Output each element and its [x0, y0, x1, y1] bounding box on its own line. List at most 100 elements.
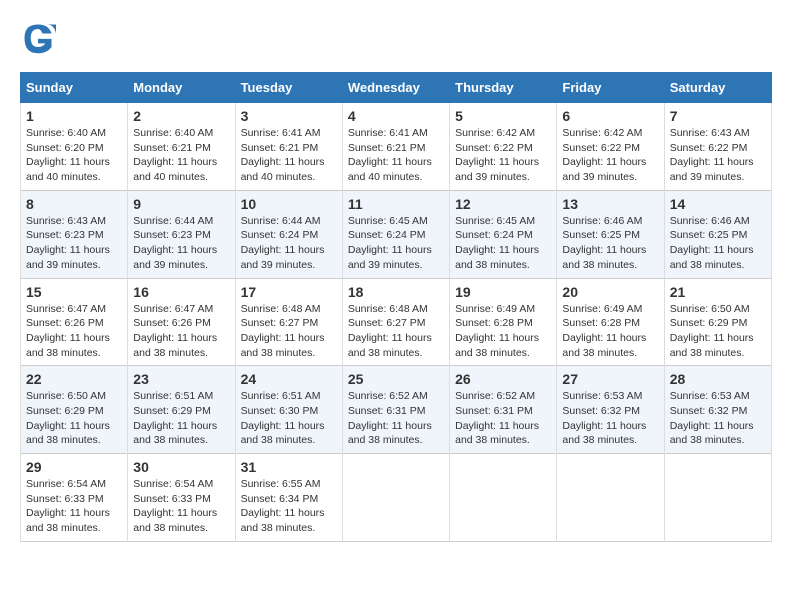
header-day-friday: Friday: [557, 73, 664, 103]
day-info: Sunrise: 6:44 AMSunset: 6:23 PMDaylight:…: [133, 215, 217, 271]
table-row: 9 Sunrise: 6:44 AMSunset: 6:23 PMDayligh…: [128, 190, 235, 278]
day-number: 26: [455, 371, 551, 387]
day-info: Sunrise: 6:54 AMSunset: 6:33 PMDaylight:…: [26, 478, 110, 534]
day-info: Sunrise: 6:50 AMSunset: 6:29 PMDaylight:…: [670, 303, 754, 359]
table-row: 30 Sunrise: 6:54 AMSunset: 6:33 PMDaylig…: [128, 454, 235, 542]
day-number: 29: [26, 459, 122, 475]
day-info: Sunrise: 6:40 AMSunset: 6:21 PMDaylight:…: [133, 127, 217, 183]
table-row: 20 Sunrise: 6:49 AMSunset: 6:28 PMDaylig…: [557, 278, 664, 366]
day-info: Sunrise: 6:49 AMSunset: 6:28 PMDaylight:…: [562, 303, 646, 359]
day-number: 24: [241, 371, 337, 387]
day-info: Sunrise: 6:50 AMSunset: 6:29 PMDaylight:…: [26, 390, 110, 446]
table-row: 2 Sunrise: 6:40 AMSunset: 6:21 PMDayligh…: [128, 103, 235, 191]
table-row: 25 Sunrise: 6:52 AMSunset: 6:31 PMDaylig…: [342, 366, 449, 454]
day-info: Sunrise: 6:51 AMSunset: 6:30 PMDaylight:…: [241, 390, 325, 446]
day-number: 23: [133, 371, 229, 387]
day-number: 9: [133, 196, 229, 212]
day-info: Sunrise: 6:41 AMSunset: 6:21 PMDaylight:…: [241, 127, 325, 183]
header-day-saturday: Saturday: [664, 73, 771, 103]
header-day-sunday: Sunday: [21, 73, 128, 103]
day-info: Sunrise: 6:51 AMSunset: 6:29 PMDaylight:…: [133, 390, 217, 446]
day-number: 10: [241, 196, 337, 212]
week-row-5: 29 Sunrise: 6:54 AMSunset: 6:33 PMDaylig…: [21, 454, 772, 542]
day-info: Sunrise: 6:55 AMSunset: 6:34 PMDaylight:…: [241, 478, 325, 534]
day-info: Sunrise: 6:41 AMSunset: 6:21 PMDaylight:…: [348, 127, 432, 183]
day-info: Sunrise: 6:40 AMSunset: 6:20 PMDaylight:…: [26, 127, 110, 183]
table-row: 8 Sunrise: 6:43 AMSunset: 6:23 PMDayligh…: [21, 190, 128, 278]
table-row: 23 Sunrise: 6:51 AMSunset: 6:29 PMDaylig…: [128, 366, 235, 454]
day-info: Sunrise: 6:42 AMSunset: 6:22 PMDaylight:…: [562, 127, 646, 183]
week-row-2: 8 Sunrise: 6:43 AMSunset: 6:23 PMDayligh…: [21, 190, 772, 278]
day-info: Sunrise: 6:46 AMSunset: 6:25 PMDaylight:…: [670, 215, 754, 271]
table-row: 13 Sunrise: 6:46 AMSunset: 6:25 PMDaylig…: [557, 190, 664, 278]
table-row: [557, 454, 664, 542]
day-number: 8: [26, 196, 122, 212]
table-row: 27 Sunrise: 6:53 AMSunset: 6:32 PMDaylig…: [557, 366, 664, 454]
week-row-1: 1 Sunrise: 6:40 AMSunset: 6:20 PMDayligh…: [21, 103, 772, 191]
calendar-table: SundayMondayTuesdayWednesdayThursdayFrid…: [20, 72, 772, 542]
table-row: 22 Sunrise: 6:50 AMSunset: 6:29 PMDaylig…: [21, 366, 128, 454]
logo: [20, 20, 60, 56]
day-info: Sunrise: 6:43 AMSunset: 6:23 PMDaylight:…: [26, 215, 110, 271]
header-day-wednesday: Wednesday: [342, 73, 449, 103]
day-number: 13: [562, 196, 658, 212]
day-number: 28: [670, 371, 766, 387]
day-number: 17: [241, 284, 337, 300]
table-row: 10 Sunrise: 6:44 AMSunset: 6:24 PMDaylig…: [235, 190, 342, 278]
day-number: 1: [26, 108, 122, 124]
table-row: 1 Sunrise: 6:40 AMSunset: 6:20 PMDayligh…: [21, 103, 128, 191]
header-day-monday: Monday: [128, 73, 235, 103]
table-row: 7 Sunrise: 6:43 AMSunset: 6:22 PMDayligh…: [664, 103, 771, 191]
day-number: 30: [133, 459, 229, 475]
table-row: 17 Sunrise: 6:48 AMSunset: 6:27 PMDaylig…: [235, 278, 342, 366]
table-row: [342, 454, 449, 542]
day-info: Sunrise: 6:46 AMSunset: 6:25 PMDaylight:…: [562, 215, 646, 271]
day-info: Sunrise: 6:45 AMSunset: 6:24 PMDaylight:…: [348, 215, 432, 271]
day-info: Sunrise: 6:53 AMSunset: 6:32 PMDaylight:…: [670, 390, 754, 446]
day-number: 31: [241, 459, 337, 475]
page-header: [20, 20, 772, 56]
week-row-3: 15 Sunrise: 6:47 AMSunset: 6:26 PMDaylig…: [21, 278, 772, 366]
day-number: 21: [670, 284, 766, 300]
header-day-tuesday: Tuesday: [235, 73, 342, 103]
table-row: 24 Sunrise: 6:51 AMSunset: 6:30 PMDaylig…: [235, 366, 342, 454]
day-number: 16: [133, 284, 229, 300]
day-info: Sunrise: 6:54 AMSunset: 6:33 PMDaylight:…: [133, 478, 217, 534]
day-number: 22: [26, 371, 122, 387]
day-number: 25: [348, 371, 444, 387]
day-info: Sunrise: 6:45 AMSunset: 6:24 PMDaylight:…: [455, 215, 539, 271]
day-info: Sunrise: 6:53 AMSunset: 6:32 PMDaylight:…: [562, 390, 646, 446]
table-row: 15 Sunrise: 6:47 AMSunset: 6:26 PMDaylig…: [21, 278, 128, 366]
table-row: 11 Sunrise: 6:45 AMSunset: 6:24 PMDaylig…: [342, 190, 449, 278]
day-number: 2: [133, 108, 229, 124]
day-number: 20: [562, 284, 658, 300]
day-info: Sunrise: 6:52 AMSunset: 6:31 PMDaylight:…: [348, 390, 432, 446]
table-row: 5 Sunrise: 6:42 AMSunset: 6:22 PMDayligh…: [450, 103, 557, 191]
table-row: 16 Sunrise: 6:47 AMSunset: 6:26 PMDaylig…: [128, 278, 235, 366]
day-number: 11: [348, 196, 444, 212]
table-row: 14 Sunrise: 6:46 AMSunset: 6:25 PMDaylig…: [664, 190, 771, 278]
table-row: 12 Sunrise: 6:45 AMSunset: 6:24 PMDaylig…: [450, 190, 557, 278]
table-row: 21 Sunrise: 6:50 AMSunset: 6:29 PMDaylig…: [664, 278, 771, 366]
day-number: 18: [348, 284, 444, 300]
day-info: Sunrise: 6:47 AMSunset: 6:26 PMDaylight:…: [133, 303, 217, 359]
day-info: Sunrise: 6:49 AMSunset: 6:28 PMDaylight:…: [455, 303, 539, 359]
day-number: 19: [455, 284, 551, 300]
table-row: 26 Sunrise: 6:52 AMSunset: 6:31 PMDaylig…: [450, 366, 557, 454]
day-number: 3: [241, 108, 337, 124]
day-info: Sunrise: 6:43 AMSunset: 6:22 PMDaylight:…: [670, 127, 754, 183]
day-number: 15: [26, 284, 122, 300]
day-number: 5: [455, 108, 551, 124]
table-row: [450, 454, 557, 542]
day-number: 6: [562, 108, 658, 124]
day-info: Sunrise: 6:47 AMSunset: 6:26 PMDaylight:…: [26, 303, 110, 359]
day-info: Sunrise: 6:44 AMSunset: 6:24 PMDaylight:…: [241, 215, 325, 271]
day-info: Sunrise: 6:52 AMSunset: 6:31 PMDaylight:…: [455, 390, 539, 446]
day-number: 12: [455, 196, 551, 212]
day-number: 14: [670, 196, 766, 212]
day-number: 7: [670, 108, 766, 124]
day-number: 4: [348, 108, 444, 124]
day-number: 27: [562, 371, 658, 387]
table-row: 31 Sunrise: 6:55 AMSunset: 6:34 PMDaylig…: [235, 454, 342, 542]
table-row: 28 Sunrise: 6:53 AMSunset: 6:32 PMDaylig…: [664, 366, 771, 454]
